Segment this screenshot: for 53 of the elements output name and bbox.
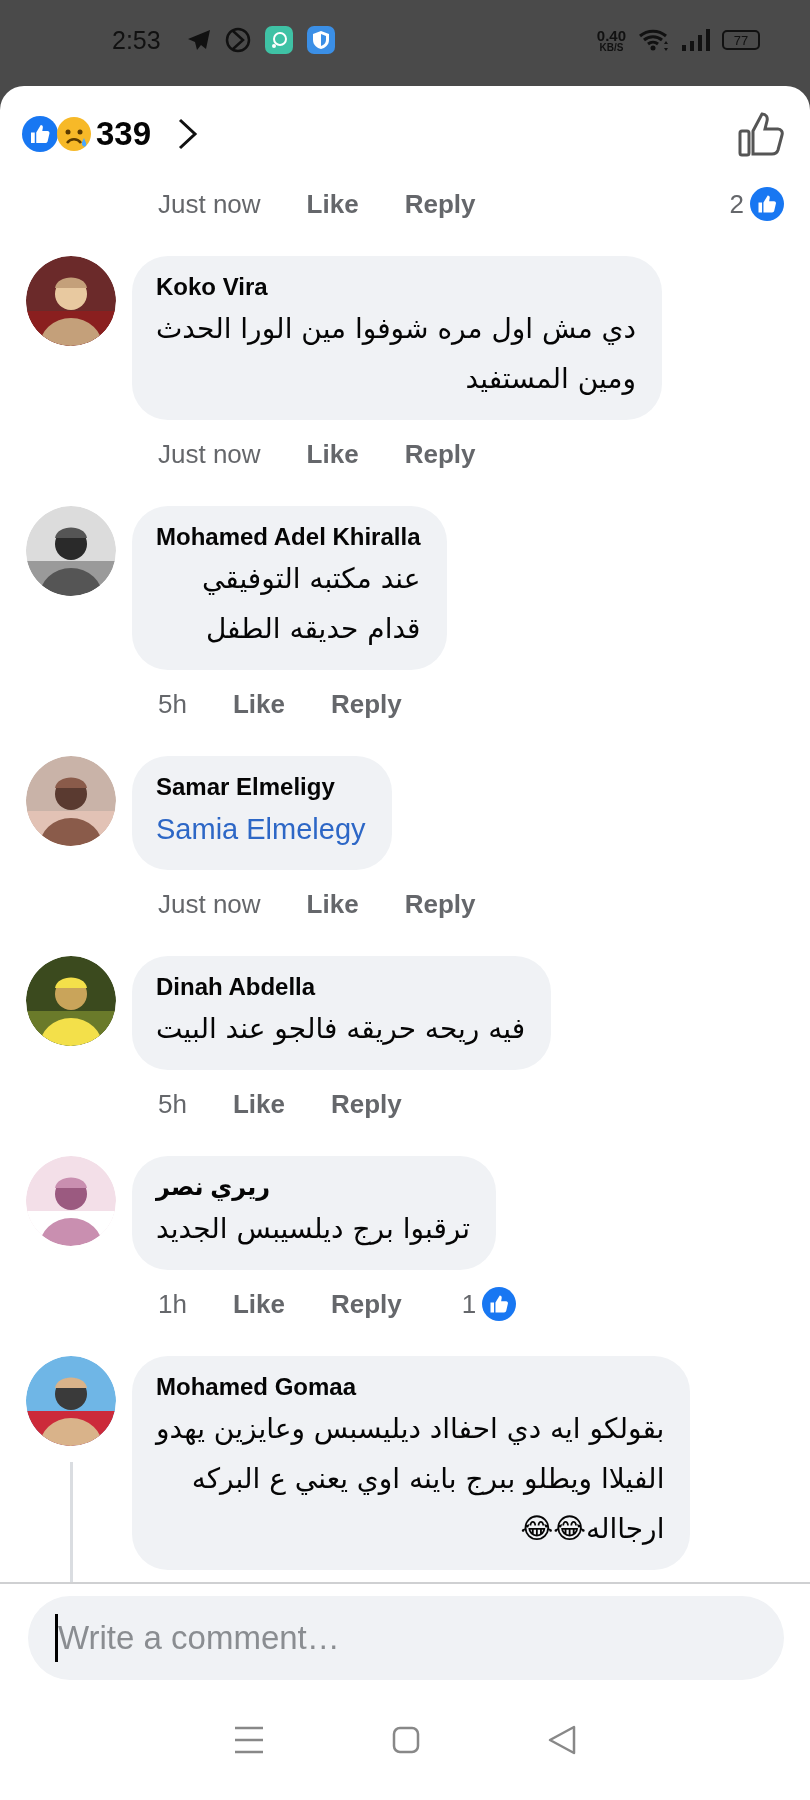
comment-author[interactable]: Mohamed Adel Khiralla (156, 520, 421, 554)
reply-link[interactable]: Reply (330, 1088, 402, 1120)
like-icon (482, 1287, 517, 1321)
app-icon (264, 26, 293, 54)
thumbs-up-icon[interactable] (738, 111, 784, 157)
signal-icon (682, 29, 710, 51)
reaction-count[interactable]: 339 (96, 115, 152, 153)
comment-field[interactable]: Write a comment… (28, 1596, 784, 1680)
like-link[interactable]: Like (232, 688, 285, 720)
wifi-icon (638, 28, 670, 52)
back-triangle-icon[interactable] (548, 1725, 576, 1755)
like-link[interactable]: Like (232, 1088, 285, 1120)
comment-text: فيه ريحه حريقه فالجو عند البيت (156, 1011, 526, 1047)
speed-unit: KB/S (599, 42, 624, 53)
play-circle-icon (224, 27, 251, 53)
comment-author[interactable]: Mohamed Gomaa (156, 1370, 665, 1404)
comment-text: ترقبوا برج ديلسيبس الجديد (156, 1211, 470, 1248)
network-speed: 0.40 (596, 27, 626, 43)
comment-time: 1h (158, 1288, 187, 1320)
like-icon (750, 187, 784, 221)
paper-plane-icon (186, 29, 211, 51)
reply-link[interactable]: Reply (330, 1288, 402, 1320)
reaction-count: 1 (461, 1288, 477, 1320)
like-link[interactable]: Like (306, 188, 359, 220)
reply-link[interactable]: Reply (404, 888, 476, 920)
reply-link[interactable]: Reply (404, 188, 476, 220)
comment-time: Just now (158, 188, 261, 220)
battery-indicator: 77 (722, 30, 760, 50)
like-icon (22, 116, 58, 152)
reply-link[interactable]: Reply (404, 438, 476, 470)
comment-text: بقولكو ايه دي احفااد ديليسبس وعايزين يهدو الفيلاا ويطلو ببرج باينه اوي يعني ع البركه ارجااله😂😂 (156, 1411, 665, 1547)
comment-time: Just now (158, 888, 261, 920)
reaction-count: 2 (729, 188, 744, 220)
square-icon[interactable] (392, 1726, 420, 1754)
mention-link[interactable]: Samia Elmelegy (156, 804, 366, 854)
comment-time: Just now (158, 438, 261, 470)
comment-time: 5h (158, 688, 187, 720)
comment-time: 5h (158, 1088, 187, 1120)
like-link[interactable]: Like (232, 1288, 285, 1320)
text-cursor (55, 1614, 58, 1662)
comment-text: دي مش اول مره شوفوا مين الورا الحدث ومين المستفيد (156, 311, 636, 397)
like-link[interactable]: Like (306, 888, 359, 920)
comment-author[interactable]: Samar Elmeligy (156, 770, 366, 804)
status-time: 2:53 (112, 25, 161, 55)
comment-author[interactable]: ريري نصر (156, 1170, 470, 1204)
comment-author[interactable]: Koko Vira (156, 270, 636, 304)
comment-text: عند مكتبه التوفيقي قدام حديقه الطفل (200, 561, 421, 647)
shield-icon (306, 26, 335, 54)
comment-author[interactable]: Dinah Abdella (156, 970, 526, 1004)
like-link[interactable]: Like (306, 438, 359, 470)
reply-link[interactable]: Reply (330, 688, 402, 720)
sad-emoji-icon (56, 116, 92, 152)
menu-icon[interactable] (234, 1726, 264, 1754)
